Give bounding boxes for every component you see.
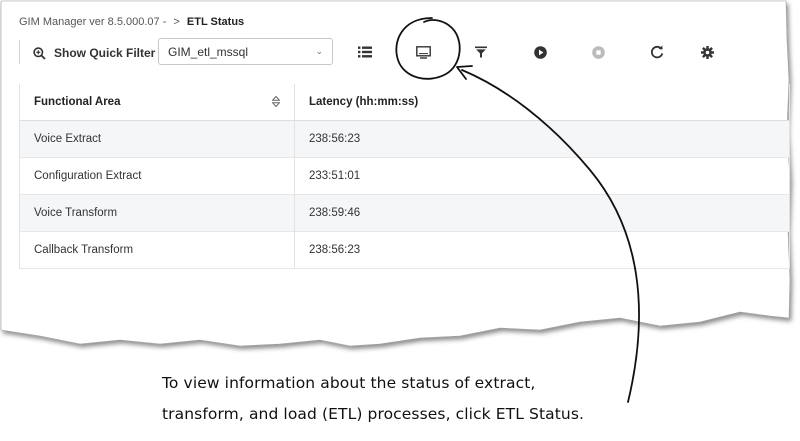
breadcrumb: GIM Manager ver 8.5.000.07 - > ETL Statu…	[19, 16, 244, 28]
cell-functional-area: Voice Transform	[19, 194, 295, 232]
list-view-button[interactable]	[355, 42, 375, 62]
table-header-row: Functional Area Latency (hh:mm:ss)	[19, 84, 790, 121]
stop-button[interactable]	[588, 42, 608, 62]
breadcrumb-parent[interactable]: GIM Manager ver 8.5.000.07 -	[19, 16, 166, 28]
zoom-in-icon	[33, 46, 46, 60]
table-row[interactable]: Voice Extract 238:56:23	[19, 120, 790, 158]
cell-functional-area: Configuration Extract	[19, 157, 295, 195]
cell-functional-area: Voice Extract	[19, 120, 295, 158]
column-header-functional-area[interactable]: Functional Area	[19, 84, 295, 121]
etl-status-button[interactable]	[413, 42, 433, 62]
start-button[interactable]	[530, 42, 550, 62]
play-icon	[533, 45, 547, 59]
caption-line-2: transform, and load (ETL) processes, cli…	[162, 405, 585, 423]
etl-status-view: GIM Manager ver 8.5.000.07 - > ETL Statu…	[0, 0, 790, 330]
quick-filter-label: Show Quick Filter	[54, 46, 156, 60]
table-row[interactable]: Callback Transform 238:56:23	[19, 231, 790, 269]
stop-icon	[591, 45, 605, 59]
cell-functional-area: Callback Transform	[19, 231, 295, 269]
list-icon	[358, 46, 372, 58]
tenant-select-value: GIM_etl_mssql	[168, 44, 249, 59]
refresh-icon	[650, 45, 664, 59]
tenant-select[interactable]: GIM_etl_mssql ⌄	[158, 38, 333, 65]
filter-button[interactable]	[471, 42, 491, 62]
caption-line-1: To view information about the status of …	[162, 374, 536, 392]
show-quick-filter-button[interactable]: Show Quick Filter	[33, 44, 155, 62]
column-header-label: Functional Area	[34, 96, 121, 108]
sort-icon[interactable]	[271, 95, 281, 110]
table-row[interactable]: Configuration Extract 233:51:01	[19, 157, 790, 195]
monitor-icon	[415, 45, 431, 59]
cell-latency: 238:59:46	[294, 194, 790, 232]
breadcrumb-separator: >	[173, 16, 180, 28]
table-row[interactable]: Voice Transform 238:59:46	[19, 194, 790, 232]
toolbar-divider	[19, 40, 20, 64]
cell-latency: 233:51:01	[294, 157, 790, 195]
column-header-label: Latency (hh:mm:ss)	[309, 96, 419, 108]
cell-latency: 238:56:23	[294, 120, 790, 158]
breadcrumb-current: ETL Status	[186, 16, 245, 28]
refresh-button[interactable]	[647, 42, 667, 62]
gear-icon	[700, 45, 714, 59]
etl-status-table: Functional Area Latency (hh:mm:ss) Voice…	[19, 84, 790, 269]
settings-button[interactable]	[697, 42, 717, 62]
callout-caption: To view information about the status of …	[162, 368, 722, 430]
filter-icon	[475, 46, 487, 58]
cell-latency: 238:56:23	[294, 231, 790, 269]
chevron-down-icon: ⌄	[315, 46, 323, 56]
column-header-latency[interactable]: Latency (hh:mm:ss)	[294, 84, 790, 121]
